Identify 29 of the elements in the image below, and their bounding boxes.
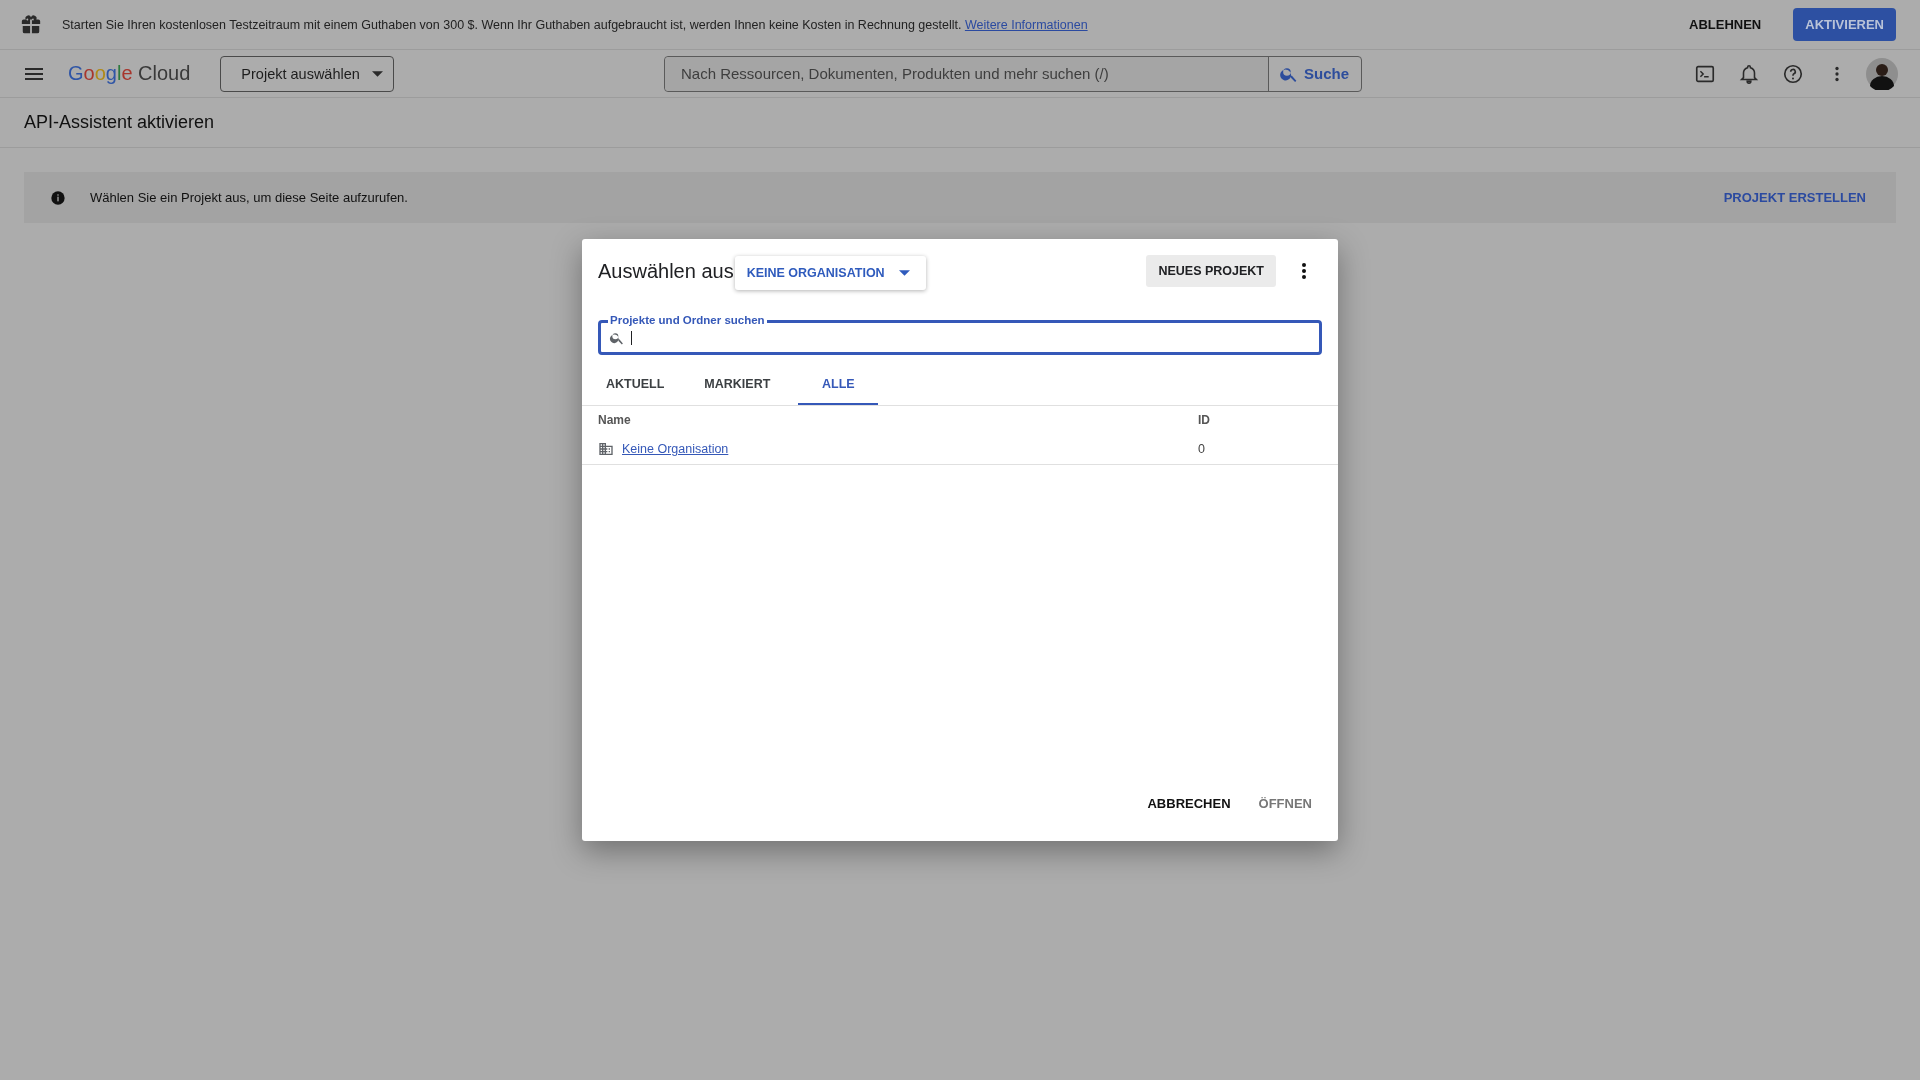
trial-message: Starten Sie Ihren kostenlosen Testzeitraum mit einem Guthaben von 300 $. Wenn Ihr Guthaben aufgebraucht ist, werden Ihnen keine Kosten in Rechnung gestellt. Weitere Informationen: [62, 17, 1088, 32]
tab[interactable]: MARKIERT: [692, 365, 783, 405]
dropdown-arrow-icon: [371, 70, 383, 77]
gift-icon: [20, 13, 42, 36]
help-icon[interactable]: [1782, 62, 1804, 85]
organization-link[interactable]: Keine Organisation: [622, 442, 729, 456]
info-icon: [50, 189, 66, 206]
column-header: Name: [598, 413, 632, 427]
avatar-icon[interactable]: [1866, 57, 1898, 90]
tab[interactable]: ALLE: [798, 365, 879, 405]
notifications-icon[interactable]: [1738, 62, 1760, 85]
google-cloud-logo[interactable]: Google Cloud: [68, 62, 191, 85]
more-info-link[interactable]: Weitere Informationen: [964, 17, 1088, 32]
column-header: ID: [1198, 413, 1211, 427]
activate-button[interactable]: AKTIVIEREN: [1793, 8, 1896, 41]
project-picker[interactable]: Projekt auswählen: [220, 55, 394, 92]
tab[interactable]: AKTUELL: [594, 365, 677, 405]
page-title: API-Assistent aktivieren: [24, 112, 215, 133]
notice-text: Wählen Sie ein Projekt aus, um diese Seite aufzurufen.: [90, 190, 408, 205]
building-icon: [598, 441, 614, 457]
organization-dropdown[interactable]: KEINE ORGANISATION: [734, 256, 926, 290]
decline-button[interactable]: ABLEHNEN: [1677, 8, 1774, 41]
new-project-button[interactable]: NEUES PROJEKT: [1146, 255, 1276, 287]
search-field[interactable]: Nach Ressourcen, Dokumenten, Produkten und mehr suchen (/): [665, 56, 1269, 91]
cancel-button[interactable]: ABBRECHEN: [1139, 788, 1239, 819]
table-cell-text: 0: [1198, 442, 1206, 456]
search-button[interactable]: Suche: [1269, 56, 1361, 91]
dropdown-arrow-icon: [898, 270, 910, 276]
dialog-title: Auswählen aus: [598, 259, 734, 283]
